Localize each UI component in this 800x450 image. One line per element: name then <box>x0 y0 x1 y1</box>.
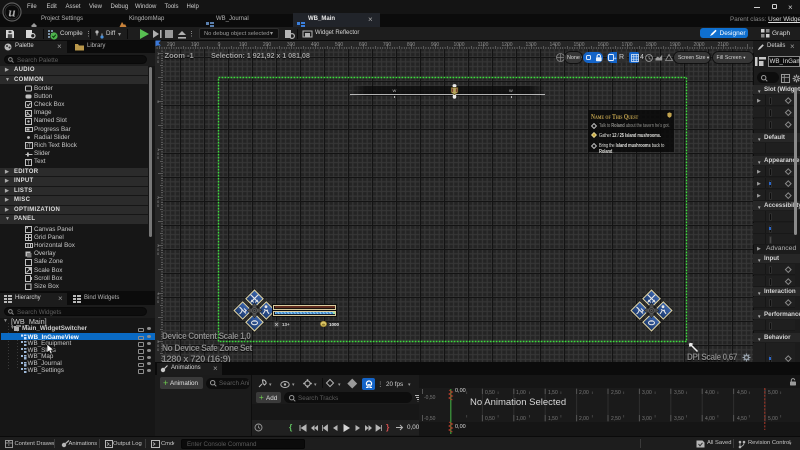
svg-text:0,00: 0,00 <box>455 388 466 394</box>
svg-text:1,00: 1,00 <box>516 390 526 396</box>
svg-text:2100: 2100 <box>717 42 728 48</box>
svg-text:1200: 1200 <box>501 42 512 48</box>
svg-text:4,50: 4,50 <box>737 390 747 396</box>
svg-text:3,00: 3,00 <box>642 390 652 396</box>
svg-text:4,00: 4,00 <box>705 390 715 396</box>
svg-text:u: u <box>8 4 15 19</box>
svg-text:0,00: 0,00 <box>455 424 466 430</box>
svg-text:700: 700 <box>383 42 392 48</box>
svg-text:1800: 1800 <box>645 42 656 48</box>
svg-text:200: 200 <box>167 42 176 48</box>
svg-text:1100: 1100 <box>478 42 489 48</box>
svg-text:2,50: 2,50 <box>611 416 621 422</box>
svg-text:0,50: 0,50 <box>485 390 495 396</box>
svg-text:100: 100 <box>191 42 200 48</box>
svg-text:800: 800 <box>407 42 416 48</box>
svg-text:1,50: 1,50 <box>548 390 558 396</box>
svg-text:1900: 1900 <box>669 42 680 48</box>
svg-text:0: 0 <box>218 42 221 48</box>
svg-text:1,00: 1,00 <box>516 416 526 422</box>
svg-text:1400: 1400 <box>549 42 560 48</box>
svg-text:4,00: 4,00 <box>705 416 715 422</box>
svg-text:-0,50: -0,50 <box>424 395 436 401</box>
svg-text:1700: 1700 <box>621 42 632 48</box>
svg-text:1000: 1000 <box>453 42 464 48</box>
svg-text:2000: 2000 <box>693 42 704 48</box>
svg-text:5,00: 5,00 <box>768 416 778 422</box>
svg-text:500: 500 <box>335 42 344 48</box>
svg-text:2,00: 2,00 <box>579 390 589 396</box>
svg-text:600: 600 <box>359 42 368 48</box>
svg-text:3,50: 3,50 <box>674 416 684 422</box>
svg-text:0,50: 0,50 <box>485 416 495 422</box>
svg-text:2,50: 2,50 <box>611 390 621 396</box>
svg-text:1600: 1600 <box>597 42 608 48</box>
svg-text:900: 900 <box>431 42 440 48</box>
svg-text:300: 300 <box>287 42 296 48</box>
svg-text:200: 200 <box>263 42 272 48</box>
svg-text:-0,50: -0,50 <box>424 416 436 422</box>
svg-text:5,00: 5,00 <box>768 390 778 396</box>
svg-text:1300: 1300 <box>525 42 536 48</box>
svg-text:400: 400 <box>311 42 320 48</box>
svg-text:4,50: 4,50 <box>737 416 747 422</box>
svg-text:100: 100 <box>239 42 248 48</box>
svg-text:3,00: 3,00 <box>642 416 652 422</box>
svg-text:2,00: 2,00 <box>579 416 589 422</box>
svg-text:rT: rT <box>27 144 32 150</box>
svg-text:1500: 1500 <box>573 42 584 48</box>
svg-text:3,50: 3,50 <box>674 390 684 396</box>
svg-text:1,50: 1,50 <box>548 416 558 422</box>
